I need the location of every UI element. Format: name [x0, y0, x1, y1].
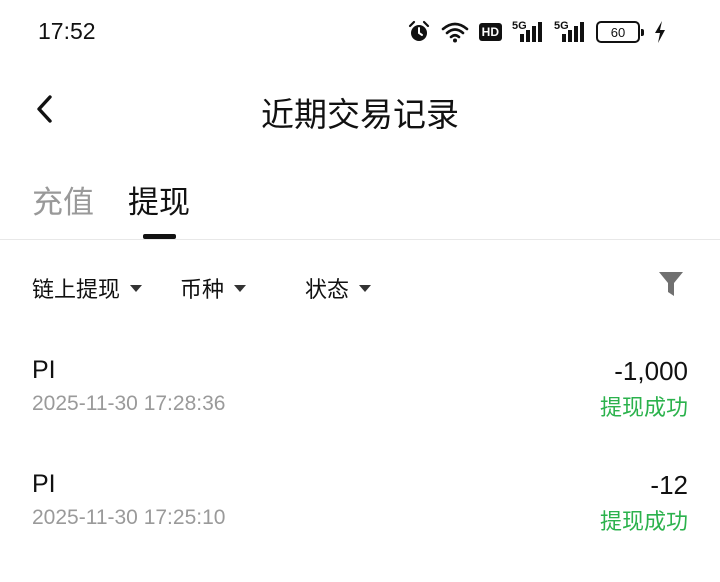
network-type-label: 5G	[512, 20, 527, 32]
record-time: 2025-11-30 17:28:36	[32, 392, 226, 415]
filter-currency[interactable]: 币种	[180, 272, 247, 304]
hd-icon: HD	[478, 23, 502, 41]
wifi-icon	[441, 21, 469, 43]
alarm-icon	[407, 20, 431, 44]
status-icons: HD 5G 5G 60	[407, 18, 666, 46]
tab-deposit[interactable]: 充值	[32, 177, 94, 222]
caret-down-icon	[130, 284, 143, 292]
funnel-icon[interactable]	[658, 270, 684, 298]
filter-label: 链上提现	[32, 278, 121, 303]
list-item[interactable]: PI 2025-11-30 17:28:36 -1,000 提现成功	[0, 352, 720, 452]
caret-down-icon	[359, 284, 372, 292]
record-amount: -12	[650, 470, 688, 500]
charging-icon	[654, 21, 666, 43]
record-status: 提现成功	[599, 396, 688, 421]
network-type-label: 5G	[554, 20, 569, 32]
battery-icon: 60	[596, 21, 644, 43]
tabs-divider	[0, 239, 720, 240]
page-title: 近期交易记录	[261, 95, 459, 134]
list-item[interactable]: PI 2025-11-30 17:25:10 -12 提现成功	[0, 466, 720, 566]
caret-down-icon	[234, 284, 247, 292]
status-time: 17:52	[38, 18, 96, 44]
record-amount: -1,000	[614, 356, 688, 386]
filter-label: 币种	[180, 278, 225, 303]
filter-label: 状态	[305, 278, 350, 303]
battery-level: 60	[610, 24, 626, 40]
filter-status[interactable]: 状态	[305, 272, 372, 304]
filter-withdraw-type[interactable]: 链上提现	[32, 272, 143, 304]
record-coin: PI	[32, 470, 56, 498]
record-time: 2025-11-30 17:25:10	[32, 506, 226, 529]
status-bar: 17:52 HD 5G 5G 60	[0, 0, 720, 64]
record-status: 提现成功	[599, 510, 688, 535]
tab-withdraw[interactable]: 提现	[128, 177, 190, 222]
record-coin: PI	[32, 356, 56, 384]
signal-icon: 5G	[512, 20, 544, 44]
signal-icon: 5G	[554, 20, 586, 44]
